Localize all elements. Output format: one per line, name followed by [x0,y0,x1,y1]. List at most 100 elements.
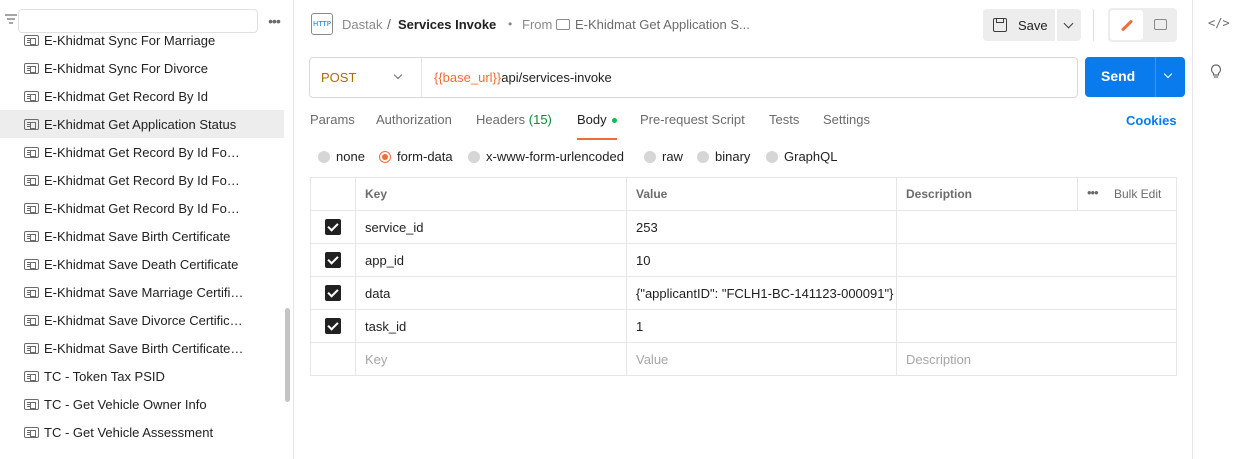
lightbulb-icon[interactable] [1210,64,1222,78]
list-item[interactable]: TC - Get Vehicle Assessment [0,418,284,446]
list-item[interactable]: TC - Get Vehicle Owner Info [0,390,284,418]
save-button[interactable]: Save [983,9,1055,41]
request-icon [24,286,39,298]
save-options-button[interactable] [1057,9,1081,41]
radio-button-selected[interactable] [379,150,391,163]
row-checkbox[interactable] [325,219,341,235]
request-label: TC - Token Tax PSID [44,368,165,384]
key-field[interactable]: service_id [356,211,627,243]
radio-button[interactable] [697,150,709,163]
description-field[interactable] [897,244,1177,276]
chevron-down-icon[interactable] [1163,69,1173,79]
filter-icon[interactable] [4,12,18,26]
table-row: app_id 10 [311,244,1176,277]
tab-tests[interactable]: Tests [769,112,799,140]
request-icon [24,202,39,214]
edit-button[interactable] [1110,10,1143,40]
from-label: From [522,17,553,32]
description-field[interactable] [897,211,1177,243]
list-item[interactable]: E-Khidmat Get Record By Id For ... [0,166,284,194]
key-input[interactable]: Key [356,343,627,375]
value-field[interactable]: 10 [627,244,897,276]
body-type-graphql[interactable]: GraphQL [766,149,837,164]
list-item[interactable]: E-Khidmat Save Birth Certificate ... [0,334,284,362]
divider [1077,178,1078,211]
value-field[interactable]: {"applicantID": "FCLH1-BC-141123-000091"… [627,277,897,309]
body-type-none[interactable]: none [318,149,365,164]
list-item[interactable]: E-Khidmat Sync For Marriage [0,26,284,54]
request-icon [24,34,39,46]
list-item[interactable]: E-Khidmat Get Record By Id [0,82,284,110]
value-field[interactable]: 1 [627,310,897,342]
tab-body[interactable]: Body [577,112,617,140]
code-icon[interactable]: </> [1208,16,1230,30]
request-label: E-Khidmat Save Birth Certificate ... [44,340,244,356]
more-options-icon[interactable]: ••• [1087,185,1099,200]
description-field[interactable] [897,277,1177,309]
key-field[interactable]: task_id [356,310,627,342]
tab-prerequest-script[interactable]: Pre-request Script [640,112,745,140]
checkbox-cell [311,277,356,309]
request-icon [24,370,39,382]
list-item[interactable]: E-Khidmat Sync For Divorce [0,54,284,82]
radio-button[interactable] [468,150,480,163]
method-select[interactable]: POST [321,70,356,85]
body-type-form-data[interactable]: form-data [379,149,453,164]
list-item[interactable]: E-Khidmat Get Record By Id For ... [0,138,284,166]
breadcrumb-parent[interactable]: Dastak [342,17,382,32]
body-type-label: binary [715,149,751,164]
tab-headers[interactable]: Headers (15) [476,112,552,140]
divider [1155,57,1156,97]
breadcrumb-separator: / [387,16,391,32]
row-checkbox[interactable] [325,318,341,334]
collection-sidebar: ••• E-Khidmat Sync For Marriage E-Khidma… [0,0,294,459]
list-item[interactable]: E-Khidmat Save Death Certificate [0,250,284,278]
request-icon [24,62,39,74]
radio-button[interactable] [766,150,778,163]
body-type-urlencoded[interactable]: x-www-form-urlencoded [468,149,624,164]
tab-params[interactable]: Params [310,112,355,140]
list-item[interactable]: E-Khidmat Save Divorce Certificate [0,306,284,334]
send-button[interactable]: Send [1085,57,1185,97]
key-field[interactable]: data [356,277,627,309]
cookies-link[interactable]: Cookies [1126,113,1177,128]
list-item[interactable]: TC - Token Tax PSID [0,362,284,390]
url-input[interactable]: {{base_url}}api/services-invoke [434,70,612,85]
request-label: E-Khidmat Sync For Divorce [44,60,208,76]
value-field[interactable]: 253 [627,211,897,243]
chevron-down-icon[interactable] [393,70,403,80]
tab-headers-label: Headers [476,112,526,127]
body-type-label: GraphQL [784,149,838,164]
table-row: data {"applicantID": "FCLH1-BC-141123-00… [311,277,1176,310]
tab-authorization[interactable]: Authorization [376,112,452,140]
body-type-raw[interactable]: raw [644,149,683,164]
page-title[interactable]: Services Invoke [398,17,496,32]
row-checkbox[interactable] [325,252,341,268]
description-input[interactable]: Description [897,343,1177,375]
body-type-binary[interactable]: binary [697,149,750,164]
list-item[interactable]: E-Khidmat Save Marriage Certific... [0,278,284,306]
key-field[interactable]: app_id [356,244,627,276]
source-request-link[interactable]: E-Khidmat Get Application S... [575,17,750,32]
checkbox-cell [311,244,356,276]
value-input[interactable]: Value [627,343,897,375]
chevron-down-icon [1063,18,1074,29]
description-field[interactable] [897,310,1177,342]
url-path: api/services-invoke [501,70,612,85]
radio-button[interactable] [644,150,656,163]
request-label: E-Khidmat Save Divorce Certificate [44,312,244,328]
list-item[interactable]: E-Khidmat Save Birth Certificate [0,222,284,250]
from-bullet: • [508,17,513,31]
request-label: E-Khidmat Get Record By Id For ... [44,172,244,188]
tab-settings[interactable]: Settings [823,112,870,140]
bulk-edit-button[interactable]: Bulk Edit [1114,187,1161,201]
list-item[interactable]: E-Khidmat Get Record By Id For ... [0,194,284,222]
list-item-active[interactable]: E-Khidmat Get Application Status [0,110,284,138]
comments-button[interactable] [1146,10,1175,40]
radio-button[interactable] [318,150,330,163]
request-icon [24,90,39,102]
sidebar-scrollbar[interactable] [285,308,290,402]
request-label: E-Khidmat Save Birth Certificate [44,228,231,244]
column-header-description-label: Description [906,187,973,201]
row-checkbox[interactable] [325,285,341,301]
